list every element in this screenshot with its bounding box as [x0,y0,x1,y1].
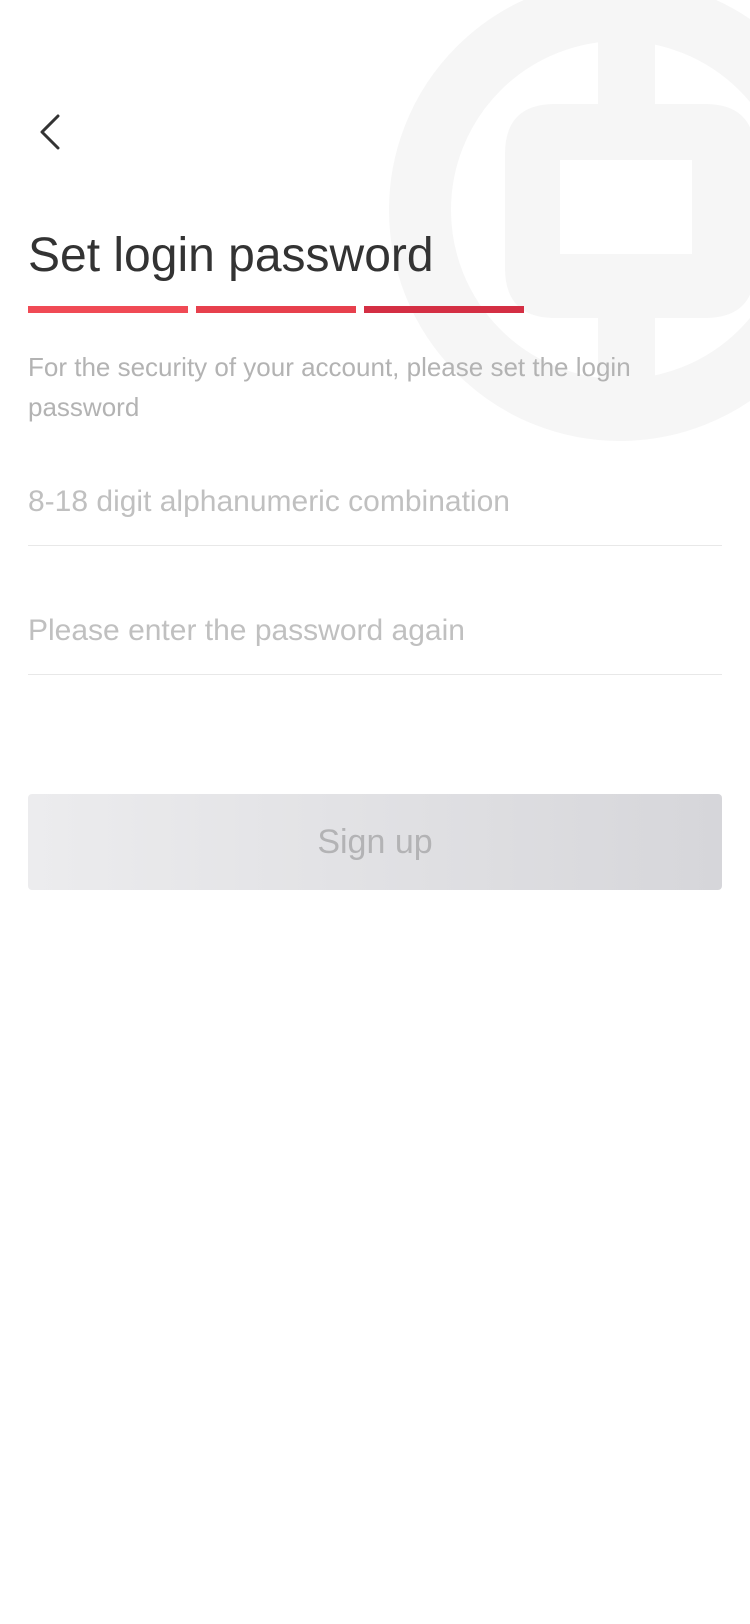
security-hint-text: For the security of your account, please… [28,352,631,422]
back-button[interactable] [22,100,78,164]
confirm-password-field [28,588,722,675]
progress-step-2 [196,306,356,313]
progress-step-1 [28,306,188,313]
password-field [28,459,722,546]
progress-step-3 [364,306,524,313]
confirm-password-input[interactable] [28,588,722,674]
progress-indicator [28,306,524,313]
password-input[interactable] [28,459,722,545]
chevron-left-icon [40,114,60,150]
set-password-screen: Set login password For the security of y… [0,0,750,1624]
page-title: Set login password [28,229,434,282]
sign-up-button[interactable]: Sign up [28,794,722,890]
